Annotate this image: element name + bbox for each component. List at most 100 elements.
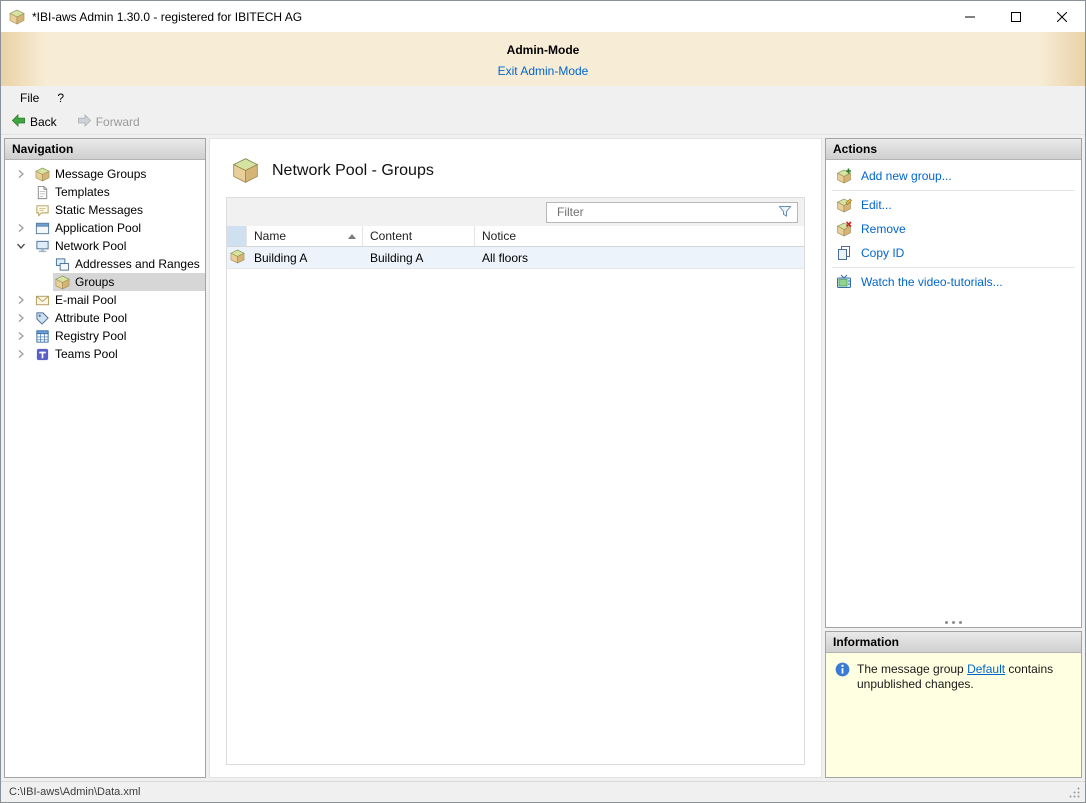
chevron-right-icon[interactable] [13, 295, 33, 305]
splitter-handle[interactable] [945, 617, 962, 627]
filter-row [227, 198, 804, 226]
chevron-right-icon[interactable] [13, 313, 33, 323]
video-tutorials-icon [836, 274, 852, 290]
groups-table-block: Name Content Notice [226, 197, 805, 765]
titlebar: *IBI-aws Admin 1.30.0 - registered for I… [1, 1, 1085, 32]
add-new-group-action[interactable]: Add new group... [826, 164, 1081, 188]
resize-grip[interactable] [1068, 786, 1081, 802]
actions-header: Actions [826, 139, 1081, 160]
nav-item-label: Network Pool [55, 239, 127, 253]
status-path: C:\IBI-aws\Admin\Data.xml [9, 786, 141, 798]
close-button[interactable] [1039, 1, 1085, 32]
remove-group-icon [836, 221, 852, 237]
navigation-tree: Message Groups Templates Static Messages… [5, 160, 205, 363]
page-title: Network Pool - Groups [272, 161, 434, 179]
nav-item-label: Attribute Pool [55, 311, 128, 325]
copy-id-action[interactable]: Copy ID [826, 241, 1081, 265]
window-title: *IBI-aws Admin 1.30.0 - registered for I… [32, 9, 303, 24]
chevron-right-icon[interactable] [13, 349, 33, 359]
chevron-right-icon[interactable] [13, 223, 33, 233]
filter-box [546, 201, 798, 223]
nav-item-registry-pool[interactable]: Registry Pool [5, 327, 205, 345]
filter-input[interactable] [557, 205, 778, 219]
back-button[interactable]: Back [7, 112, 61, 132]
chevron-right-icon[interactable] [13, 169, 33, 179]
add-group-icon [836, 168, 852, 184]
edit-group-icon [836, 197, 852, 213]
nav-item-label: Message Groups [55, 167, 147, 181]
forward-arrow-icon [77, 113, 92, 131]
row-cell-notice: All floors [482, 250, 529, 265]
action-label: Edit... [861, 198, 892, 212]
statusbar: C:\IBI-aws\Admin\Data.xml [1, 781, 1085, 802]
admin-mode-banner: Admin-Mode Exit Admin-Mode [1, 32, 1085, 86]
info-text-before: The message group [857, 662, 968, 676]
exit-admin-mode-link[interactable]: Exit Admin-Mode [498, 64, 589, 78]
column-header-label: Content [370, 229, 413, 243]
column-header-label: Notice [482, 229, 517, 243]
nav-item-network-pool[interactable]: Network Pool [5, 237, 205, 255]
table-row[interactable]: Building A Building A All floors [227, 247, 804, 269]
row-icon-cell [227, 247, 247, 268]
navigation-header: Navigation [5, 139, 205, 160]
action-label: Add new group... [861, 169, 952, 183]
remove-action[interactable]: Remove [826, 217, 1081, 241]
email-pool-icon [35, 293, 50, 308]
column-header-name[interactable]: Name [247, 226, 363, 246]
templates-icon [35, 185, 50, 200]
sort-ascending-icon [348, 233, 356, 239]
action-label: Copy ID [861, 246, 905, 260]
filter-funnel-icon[interactable] [778, 204, 792, 221]
nav-item-templates[interactable]: Templates [5, 183, 205, 201]
chevron-down-icon[interactable] [13, 241, 33, 251]
nav-item-label: Static Messages [55, 203, 144, 217]
nav-item-label: Addresses and Ranges [75, 257, 200, 271]
actions-list: Add new group... Edit... Remove Copy ID … [826, 160, 1081, 294]
maximize-button[interactable] [993, 1, 1039, 32]
static-messages-icon [35, 203, 50, 218]
chevron-right-icon[interactable] [13, 331, 33, 341]
information-panel: Information The message group Default co… [825, 631, 1082, 778]
nav-item-label: Groups [75, 275, 115, 289]
message-groups-icon [35, 167, 50, 182]
nav-item-static-messages[interactable]: Static Messages [5, 201, 205, 219]
groups-icon [55, 275, 70, 290]
table-select-column-header[interactable] [227, 226, 247, 246]
nav-item-application-pool[interactable]: Application Pool [5, 219, 205, 237]
row-cell-content: Building A [370, 250, 424, 265]
column-header-content[interactable]: Content [363, 226, 475, 246]
table-header-row: Name Content Notice [227, 226, 804, 247]
nav-item-groups[interactable]: Groups [5, 273, 205, 291]
table-empty-area [227, 269, 804, 764]
main-panel: Network Pool - Groups Name [209, 138, 822, 778]
nav-item-addresses-and-ranges[interactable]: Addresses and Ranges [5, 255, 205, 273]
column-header-label: Name [254, 229, 287, 243]
information-text: The message group Default contains unpub… [857, 662, 1072, 768]
nav-item-message-groups[interactable]: Message Groups [5, 165, 205, 183]
nav-item-teams-pool[interactable]: Teams Pool [5, 345, 205, 363]
application-pool-icon [35, 221, 50, 236]
app-icon [9, 9, 25, 25]
minimize-button[interactable] [947, 1, 993, 32]
nav-item-label: Application Pool [55, 221, 142, 235]
info-icon [835, 662, 850, 768]
window-controls [947, 1, 1085, 32]
video-tutorials-action[interactable]: Watch the video-tutorials... [826, 270, 1081, 294]
registry-pool-icon [35, 329, 50, 344]
back-label: Back [30, 115, 57, 129]
menu-file[interactable]: File [11, 88, 48, 108]
nav-item-attribute-pool[interactable]: Attribute Pool [5, 309, 205, 327]
column-header-notice[interactable]: Notice [475, 226, 804, 246]
nav-item-label: Teams Pool [55, 347, 118, 361]
nav-item-label: Templates [55, 185, 110, 199]
action-label: Watch the video-tutorials... [861, 275, 1003, 289]
nav-item-label: Registry Pool [55, 329, 127, 343]
menubar: File ? [1, 86, 1085, 110]
edit-action[interactable]: Edit... [826, 193, 1081, 217]
menu-help[interactable]: ? [48, 88, 73, 108]
action-label: Remove [861, 222, 906, 236]
forward-button[interactable]: Forward [73, 112, 144, 132]
nav-item-email-pool[interactable]: E-mail Pool [5, 291, 205, 309]
nav-item-label: E-mail Pool [55, 293, 117, 307]
default-group-link[interactable]: Default [967, 662, 1005, 676]
